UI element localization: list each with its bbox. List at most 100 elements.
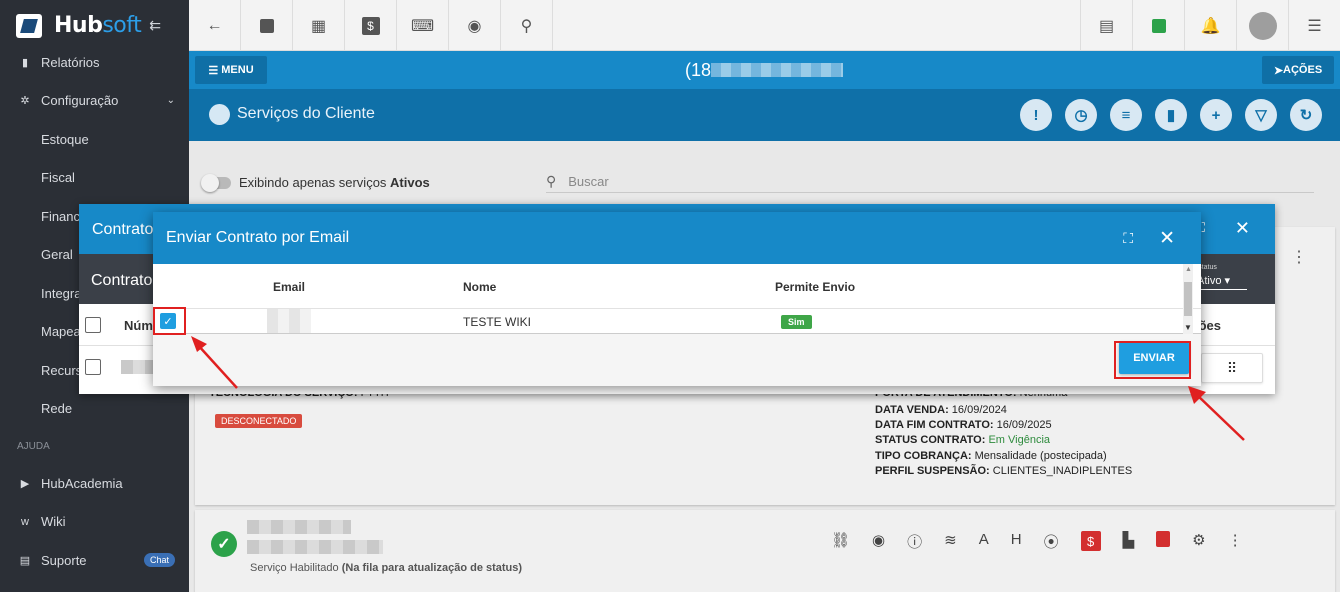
- location-pin-icon[interactable]: ⦿: [1044, 531, 1059, 552]
- permite-envio-badge: Sim: [781, 315, 812, 329]
- eye-icon[interactable]: ◉: [872, 531, 885, 552]
- filter-icon[interactable]: ▽: [1245, 99, 1277, 131]
- status-select[interactable]: Status Ativo ▾: [1197, 264, 1247, 290]
- sidebar-item-label: Recurs: [41, 362, 83, 378]
- redacted-text: [121, 360, 155, 374]
- row-checkbox[interactable]: [85, 359, 101, 375]
- search-icon[interactable]: ⚲: [501, 0, 553, 51]
- sidebar-item-suporte[interactable]: ▤ Suporte Chat: [0, 541, 189, 580]
- column-numero: Núm: [124, 318, 153, 333]
- toggle-switch[interactable]: [201, 173, 231, 192]
- search-input[interactable]: Buscar: [568, 174, 608, 189]
- wifi-icon[interactable]: ≋: [944, 531, 957, 552]
- gear-icon[interactable]: ⚙: [1192, 531, 1205, 552]
- column-email: Email: [273, 280, 306, 294]
- sidebar-item-label: Rede: [41, 401, 73, 417]
- chat-icon: ▤: [19, 554, 31, 567]
- sidebar-item-rede[interactable]: Rede: [0, 390, 189, 429]
- more-options-icon[interactable]: ⋮: [1291, 247, 1307, 267]
- annotation-arrow-checkbox: [191, 336, 238, 389]
- contracts-modal-title: Contrato: [92, 221, 154, 238]
- grid-menu-button[interactable]: ⠿: [1201, 353, 1263, 383]
- scrollbar[interactable]: ▲ ▼: [1183, 264, 1193, 334]
- dollar-icon[interactable]: $: [345, 0, 397, 51]
- globe-icon: [209, 104, 230, 125]
- sidebar-item-hubacademia[interactable]: ▶ HubAcademia: [0, 464, 189, 503]
- perfil-suspensao: PERFIL SUSPENSÃO: CLIENTES_INADIPLENTES: [875, 465, 1133, 477]
- sidebar-item-estoque[interactable]: Estoque: [0, 120, 189, 159]
- avatar: [1248, 11, 1277, 40]
- pdf-icon[interactable]: ▤: [1080, 0, 1132, 51]
- file-icon: ▮: [21, 56, 29, 69]
- calendar-clock-icon[interactable]: ◷: [1065, 99, 1097, 131]
- alarm-icon[interactable]: 🔔: [1184, 0, 1236, 51]
- select-all-checkbox[interactable]: [85, 317, 101, 333]
- logo-text: Hubsoft: [54, 13, 142, 38]
- list-menu-icon[interactable]: ☰: [1288, 0, 1340, 51]
- scroll-down-icon[interactable]: ▼: [1184, 323, 1192, 332]
- back-arrow-icon[interactable]: ←: [189, 0, 241, 51]
- menu-label: MENU: [221, 64, 254, 76]
- modal-footer: ENVIAR: [153, 334, 1201, 386]
- highlight-checkbox: [153, 307, 186, 335]
- text-format-icon[interactable]: H: [1011, 531, 1022, 552]
- billing-icon[interactable]: $: [1080, 531, 1101, 551]
- eye-icon[interactable]: ◉: [449, 0, 501, 51]
- sidebar-item-fiscal[interactable]: Fiscal: [0, 159, 189, 198]
- user-avatar[interactable]: [1236, 0, 1288, 51]
- acoes-button[interactable]: ➤ AÇÕES: [1262, 56, 1334, 84]
- row-nome: TESTE WIKI: [463, 315, 532, 329]
- sidebar-item-label: Fiscal: [41, 170, 75, 186]
- chevron-down-icon: ⌄: [166, 95, 175, 107]
- modal-title: Enviar Contrato por Email: [166, 229, 350, 246]
- column-nome: Nome: [463, 280, 497, 294]
- status-badge: DESCONECTADO: [215, 414, 303, 428]
- alert-icon[interactable]: !: [1020, 99, 1052, 131]
- add-icon[interactable]: +: [1200, 99, 1232, 131]
- document-icon[interactable]: ▮: [1155, 99, 1187, 131]
- approval-icon[interactable]: [1132, 0, 1184, 51]
- network-icon[interactable]: ⛓: [831, 531, 850, 552]
- toggle-label: Exibindo apenas serviços Ativos: [239, 175, 430, 190]
- red-document-icon[interactable]: [1156, 531, 1171, 547]
- sidebar-item-configuracao[interactable]: ✲ Configuração ⌄: [0, 82, 189, 121]
- collapse-sidebar-icon[interactable]: ⇇: [149, 17, 161, 34]
- scroll-up-icon[interactable]: ▲: [1185, 266, 1192, 273]
- scrollbar-thumb[interactable]: [1184, 282, 1192, 316]
- list-icon[interactable]: ≡: [1110, 99, 1142, 131]
- close-icon[interactable]: ✕: [1235, 218, 1250, 239]
- terminal-icon[interactable]: ⌨: [397, 0, 449, 51]
- sidebar-item-label: Wiki: [41, 514, 66, 530]
- sidebar-item-relatorios[interactable]: ▮ Relatórios: [0, 43, 189, 82]
- highlight-send-button: [1114, 341, 1191, 379]
- more-options-icon[interactable]: ⋮: [1228, 531, 1243, 552]
- redacted-text: [247, 540, 383, 554]
- calendar-clock-icon[interactable]: ▦: [293, 0, 345, 51]
- contact-card-icon[interactable]: [241, 0, 293, 51]
- chat-badge: Chat: [143, 553, 175, 568]
- send-contract-email-modal: Enviar Contrato por Email ⛶ ✕ Email Nome…: [153, 212, 1201, 386]
- annotation-arrow-send: [1188, 386, 1245, 441]
- redacted-text: [247, 520, 351, 534]
- sidebar-item-wiki[interactable]: w Wiki: [0, 503, 189, 542]
- sidebar-item-label: Geral: [41, 247, 73, 263]
- redacted-phone: [711, 63, 843, 77]
- refresh-icon[interactable]: ↻: [1290, 99, 1322, 131]
- fullscreen-icon[interactable]: ⛶: [1123, 230, 1133, 247]
- search-field[interactable]: ⚲ Buscar: [546, 171, 1314, 193]
- active-filter-toggle[interactable]: Exibindo apenas serviços Ativos: [201, 173, 430, 192]
- gear-icon: ✲: [20, 95, 30, 108]
- sidebar-item-label: HubAcademia: [41, 475, 123, 491]
- close-icon[interactable]: ✕: [1159, 227, 1175, 250]
- client-header: ☰ MENU (18 ➤ AÇÕES: [189, 51, 1340, 89]
- chart-icon[interactable]: ▙: [1123, 531, 1135, 552]
- contracts-subtitle: Contrato: [91, 272, 153, 289]
- spellcheck-icon[interactable]: A: [979, 531, 989, 552]
- data-venda: DATA VENDA: 16/09/2024: [875, 404, 1007, 416]
- menu-button[interactable]: ☰ MENU: [195, 56, 267, 84]
- sidebar-item-label: Configuração: [41, 93, 119, 109]
- service-action-icons: ⛓ ◉ ⓘ ≋ A H ⦿ $ ▙ ⚙ ⋮: [831, 531, 1243, 552]
- top-toolbar: ← ▦ $ ⌨ ◉ ⚲ ▤ 🔔 ☰: [189, 0, 1340, 51]
- acoes-label: AÇÕES: [1283, 64, 1323, 76]
- info-icon[interactable]: ⓘ: [907, 531, 922, 552]
